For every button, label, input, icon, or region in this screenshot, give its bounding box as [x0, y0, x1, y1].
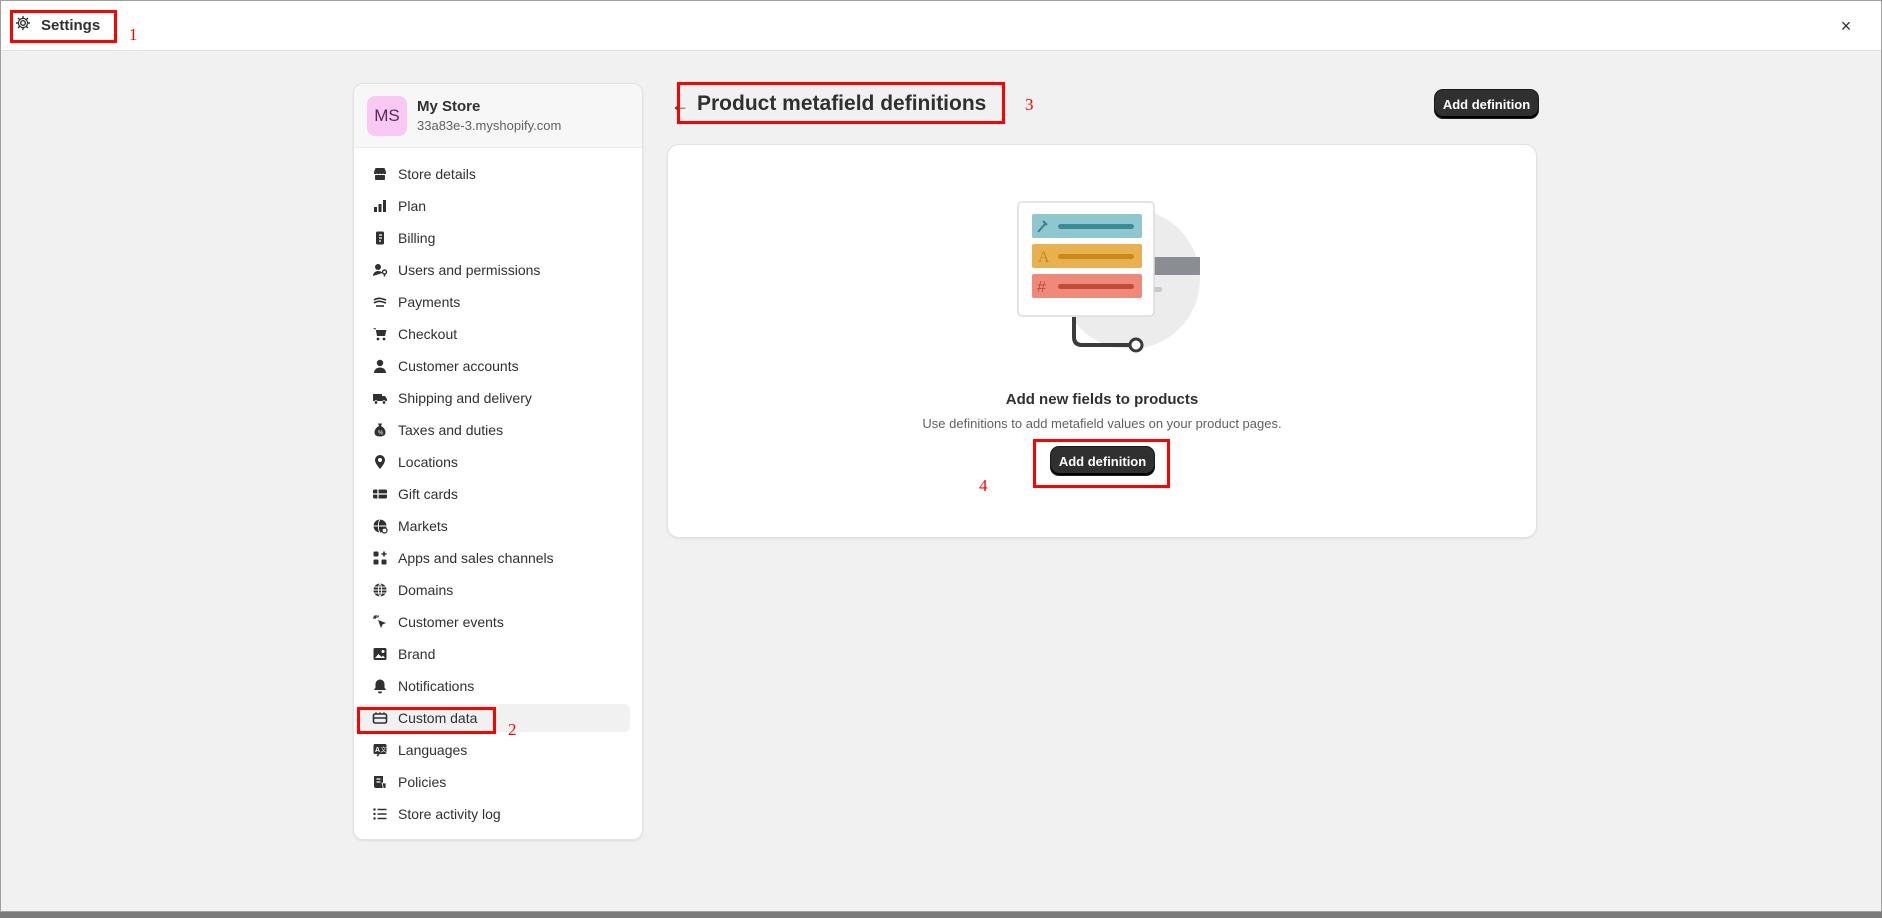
person-icon — [372, 358, 388, 374]
annotation-box-2 — [357, 707, 496, 734]
language-icon: A文 — [372, 742, 388, 758]
sidebar-item-label: Customer accounts — [398, 358, 519, 374]
sidebar-item-label: Store details — [398, 166, 476, 182]
sidebar-item-payments[interactable]: Payments — [358, 288, 630, 316]
sidebar-item-notifications[interactable]: Notifications — [358, 672, 630, 700]
bell-icon — [372, 678, 388, 694]
sidebar-item-label: Customer events — [398, 614, 504, 630]
close-button[interactable]: × — [1835, 15, 1857, 37]
sidebar-item-policies[interactable]: Policies — [358, 768, 630, 796]
sidebar-item-apps-and-sales-channels[interactable]: Apps and sales channels — [358, 544, 630, 572]
sidebar-item-customer-events[interactable]: Customer events — [358, 608, 630, 636]
sidebar-item-label: Locations — [398, 454, 458, 470]
settings-window: Settings × 1 MS My Store 33a83e-3.myshop… — [0, 0, 1882, 912]
domain-globe-icon — [372, 582, 388, 598]
sidebar-item-languages[interactable]: A 文 Languages — [358, 736, 630, 764]
sidebar-item-taxes-and-duties[interactable]: % Taxes and duties — [358, 416, 630, 444]
sidebar-item-users-and-permissions[interactable]: Users and permissions — [358, 256, 630, 284]
billing-icon — [372, 230, 388, 246]
annotation-number-3: 3 — [1025, 95, 1034, 114]
svg-text:A: A — [1038, 249, 1050, 266]
sidebar-item-plan[interactable]: Plan — [358, 192, 630, 220]
annotation-box-4 — [1033, 439, 1170, 488]
sidebar-item-label: Checkout — [398, 326, 458, 342]
sidebar-item-label: Users and permissions — [398, 262, 541, 278]
sidebar-item-label: Domains — [398, 582, 454, 598]
store-domain: 33a83e-3.myshopify.com — [417, 118, 562, 133]
users-icon — [372, 262, 388, 278]
sidebar-item-label: Store activity log — [398, 806, 501, 822]
payments-icon — [372, 294, 388, 310]
sidebar-item-gift-cards[interactable]: Gift cards — [358, 480, 630, 508]
sidebar-item-billing[interactable]: Billing — [358, 224, 630, 252]
sidebar-item-label: Apps and sales channels — [398, 550, 554, 566]
tax-icon: % — [372, 422, 388, 438]
sidebar-item-label: Policies — [398, 774, 447, 790]
sidebar-item-domains[interactable]: Domains — [358, 576, 630, 604]
sidebar-item-brand[interactable]: Brand — [358, 640, 630, 668]
add-definition-button-header[interactable]: Add definition — [1435, 90, 1538, 118]
sidebar-item-locations[interactable]: Locations — [358, 448, 630, 476]
sidebar-item-store-activity-log[interactable]: Store activity log — [358, 800, 630, 828]
sidebar-item-label: Shipping and delivery — [398, 390, 532, 406]
sidebar-item-label: Brand — [398, 646, 436, 662]
cart-icon — [372, 326, 388, 342]
sidebar-item-label: Notifications — [398, 678, 475, 694]
sidebar-item-label: Taxes and duties — [398, 422, 504, 438]
annotation-box-1 — [10, 10, 117, 43]
policy-icon — [372, 774, 388, 790]
apps-icon — [372, 550, 388, 566]
store-header[interactable]: MS My Store 33a83e-3.myshopify.com — [354, 84, 642, 148]
sidebar-item-customer-accounts[interactable]: Customer accounts — [358, 352, 630, 380]
svg-text:#: # — [1037, 279, 1046, 296]
location-pin-icon — [372, 454, 388, 470]
gift-card-icon — [372, 486, 388, 502]
sidebar-item-label: Languages — [398, 742, 468, 758]
sidebar-item-label: Markets — [398, 518, 448, 534]
svg-text:A: A — [375, 747, 380, 754]
store-name: My Store — [417, 98, 481, 115]
settings-topbar: Settings × — [1, 1, 1881, 51]
annotation-number-2: 2 — [508, 720, 517, 739]
sidebar-item-label: Gift cards — [398, 486, 458, 502]
plan-icon — [372, 198, 388, 214]
sidebar-item-checkout[interactable]: Checkout — [358, 320, 630, 348]
store-icon — [372, 166, 388, 182]
globe-icon — [372, 518, 388, 534]
annotation-box-3 — [677, 82, 1005, 124]
sidebar-item-label: Plan — [398, 198, 427, 214]
list-icon — [372, 806, 388, 822]
cursor-click-icon — [372, 614, 388, 630]
annotation-number-4: 4 — [979, 476, 988, 495]
sidebar-item-label: Billing — [398, 230, 436, 246]
empty-state-heading: Add new fields to products — [1005, 391, 1199, 408]
annotation-number-1: 1 — [129, 25, 138, 44]
svg-text:%: % — [378, 431, 384, 437]
metafield-illustration: A # — [1017, 201, 1200, 353]
store-info: My Store 33a83e-3.myshopify.com — [417, 98, 561, 133]
avatar: MS — [367, 95, 407, 136]
empty-state-text: Use definitions to add metafield values … — [922, 416, 1282, 431]
sidebar-item-store-details[interactable]: Store details — [358, 160, 630, 188]
sidebar-item-label: Payments — [398, 294, 461, 310]
truck-icon — [372, 390, 388, 406]
svg-text:文: 文 — [381, 746, 387, 754]
sidebar-item-markets[interactable]: Markets — [358, 512, 630, 540]
brand-image-icon — [372, 646, 388, 662]
sidebar-item-shipping-and-delivery[interactable]: Shipping and delivery — [358, 384, 630, 412]
